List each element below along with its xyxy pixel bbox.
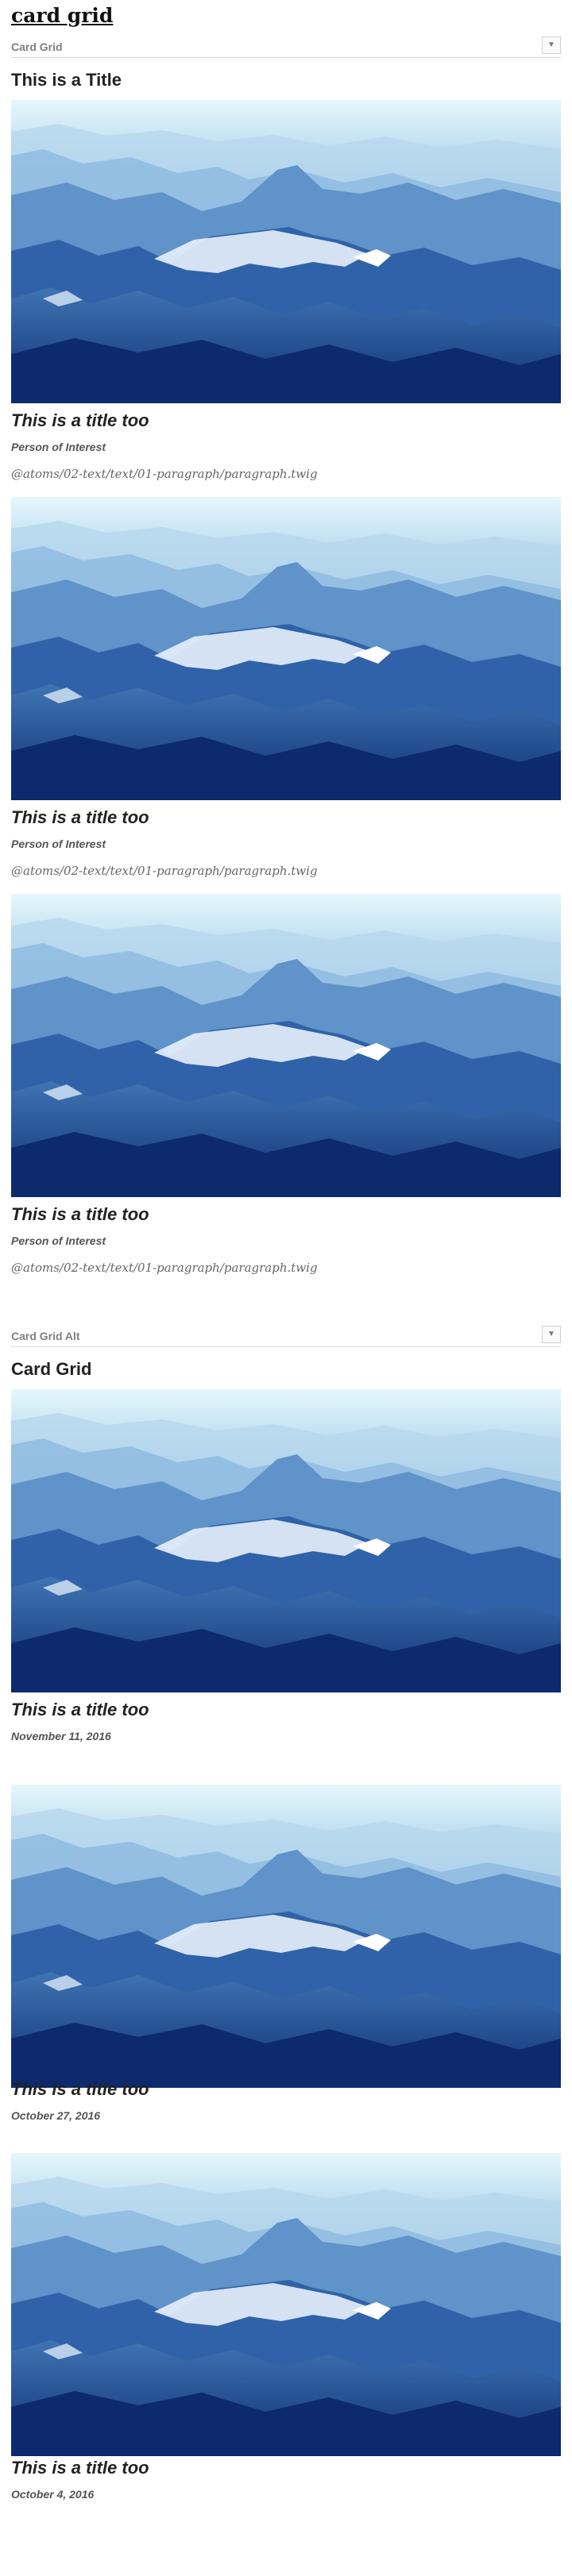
card-image — [11, 100, 561, 403]
card-paragraph: @atoms/02-text/text/01-paragraph/paragra… — [11, 864, 318, 878]
section-title: Card Grid — [11, 1359, 92, 1379]
chevron-down-icon[interactable]: ▼ — [542, 37, 561, 54]
section-title: This is a Title — [11, 70, 122, 90]
card-image — [11, 894, 561, 1197]
chevron-down-icon[interactable]: ▼ — [542, 1326, 561, 1343]
card-title: This is a title too — [11, 1700, 149, 1719]
card-image — [11, 1389, 561, 1692]
pattern-label[interactable]: Card Grid Alt — [11, 1329, 80, 1343]
card-title: This is a title too — [11, 1204, 149, 1224]
card-date: November 11, 2016 — [11, 1730, 111, 1742]
card-subtitle: Person of Interest — [11, 1234, 106, 1247]
card-date: October 27, 2016 — [11, 2109, 101, 2122]
card-title: This is a title too — [11, 410, 149, 430]
pattern-label[interactable]: Card Grid — [11, 40, 63, 54]
pattern-header-card-grid: Card Grid ▼ — [11, 37, 561, 58]
card-image — [11, 1785, 561, 2088]
card-title: This is a title too — [11, 2458, 149, 2478]
card-title: This is a title too — [11, 807, 149, 827]
card-image — [11, 497, 561, 800]
card-image — [11, 2153, 561, 2456]
card-subtitle: Person of Interest — [11, 441, 106, 453]
card-paragraph: @atoms/02-text/text/01-paragraph/paragra… — [11, 1261, 318, 1275]
card-title: This is a title too — [11, 2079, 149, 2099]
page-title[interactable]: card grid — [11, 2, 113, 30]
card-date: October 4, 2016 — [11, 2488, 95, 2501]
pattern-header-card-grid-alt: Card Grid Alt ▼ — [11, 1326, 561, 1347]
card-paragraph: @atoms/02-text/text/01-paragraph/paragra… — [11, 467, 318, 481]
card-subtitle: Person of Interest — [11, 837, 106, 850]
